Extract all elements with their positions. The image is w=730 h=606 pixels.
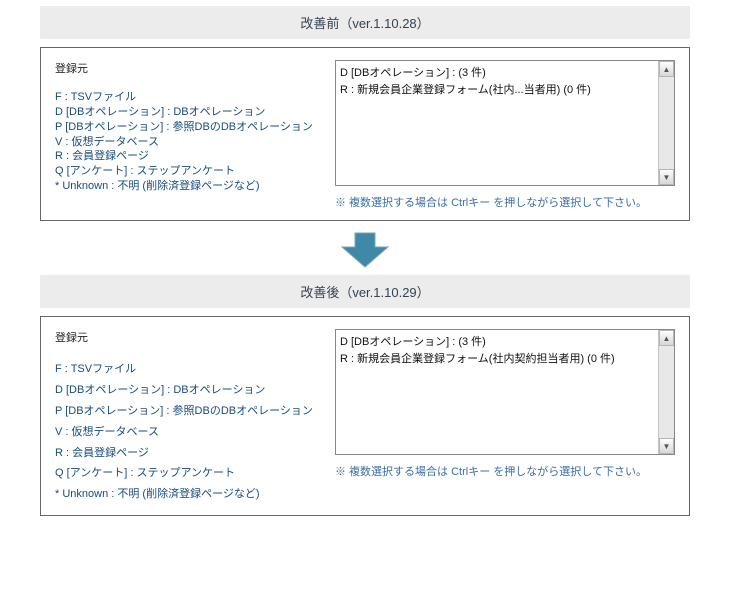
scroll-up-button[interactable]: ▲ (659, 61, 674, 77)
after-listbox[interactable]: D [DBオペレーション] : (3 件) R : 新規会員企業登録フォーム(社… (335, 329, 675, 455)
list-item[interactable]: R : 新規会員企業登録フォーム(社内契約担当者用) (0 件) (340, 351, 672, 368)
list-item[interactable]: R : 新規会員企業登録フォーム(社内...当者用) (0 件) (340, 82, 672, 99)
after-right-column: D [DBオペレーション] : (3 件) R : 新規会員企業登録フォーム(社… (335, 329, 675, 479)
before-right-column: D [DBオペレーション] : (3 件) R : 新規会員企業登録フォーム(社… (335, 60, 675, 210)
scroll-down-button[interactable]: ▼ (659, 169, 674, 185)
after-panel: 登録元 F : TSVファイル D [DBオペレーション] : DBオペレーショ… (40, 316, 690, 516)
legend-line: * Unknown : 不明 (削除済登録ページなど) (55, 179, 325, 194)
before-panel: 登録元 F : TSVファイル D [DBオペレーション] : DBオペレーショ… (40, 47, 690, 221)
before-left-title: 登録元 (55, 60, 325, 76)
after-note: ※ 複数選択する場合は Ctrlキー を押しながら選択して下さい。 (335, 463, 675, 479)
down-arrow-icon (340, 231, 390, 269)
list-item[interactable]: D [DBオペレーション] : (3 件) (340, 65, 672, 82)
arrow-row (40, 231, 690, 269)
before-listbox[interactable]: D [DBオペレーション] : (3 件) R : 新規会員企業登録フォーム(社… (335, 60, 675, 186)
legend-line: Q [アンケート] : ステップアンケート (55, 164, 325, 179)
before-legend: F : TSVファイル D [DBオペレーション] : DBオペレーション P … (55, 90, 325, 194)
scrollbar-track[interactable]: ▲ ▼ (658, 330, 674, 454)
after-left-title: 登録元 (55, 329, 325, 345)
before-left-column: 登録元 F : TSVファイル D [DBオペレーション] : DBオペレーショ… (55, 60, 325, 194)
scrollbar-track[interactable]: ▲ ▼ (658, 61, 674, 185)
legend-line: * Unknown : 不明 (削除済登録ページなど) (55, 484, 325, 505)
legend-line: R : 会員登録ページ (55, 443, 325, 464)
after-header: 改善後（ver.1.10.29） (40, 275, 690, 308)
legend-line: V : 仮想データベース (55, 135, 325, 150)
legend-line: F : TSVファイル (55, 90, 325, 105)
legend-line: V : 仮想データベース (55, 422, 325, 443)
legend-line: D [DBオペレーション] : DBオペレーション (55, 105, 325, 120)
legend-line: R : 会員登録ページ (55, 149, 325, 164)
legend-line: Q [アンケート] : ステップアンケート (55, 463, 325, 484)
legend-line: F : TSVファイル (55, 359, 325, 380)
scroll-down-button[interactable]: ▼ (659, 438, 674, 454)
legend-line: P [DBオペレーション] : 参照DBのDBオペレーション (55, 120, 325, 135)
scroll-up-button[interactable]: ▲ (659, 330, 674, 346)
before-note: ※ 複数選択する場合は Ctrlキー を押しながら選択して下さい。 (335, 194, 675, 210)
after-left-column: 登録元 F : TSVファイル D [DBオペレーション] : DBオペレーショ… (55, 329, 325, 505)
after-legend: F : TSVファイル D [DBオペレーション] : DBオペレーション P … (55, 359, 325, 505)
legend-line: D [DBオペレーション] : DBオペレーション (55, 380, 325, 401)
legend-line: P [DBオペレーション] : 参照DBのDBオペレーション (55, 401, 325, 422)
before-header: 改善前（ver.1.10.28） (40, 6, 690, 39)
list-item[interactable]: D [DBオペレーション] : (3 件) (340, 334, 672, 351)
